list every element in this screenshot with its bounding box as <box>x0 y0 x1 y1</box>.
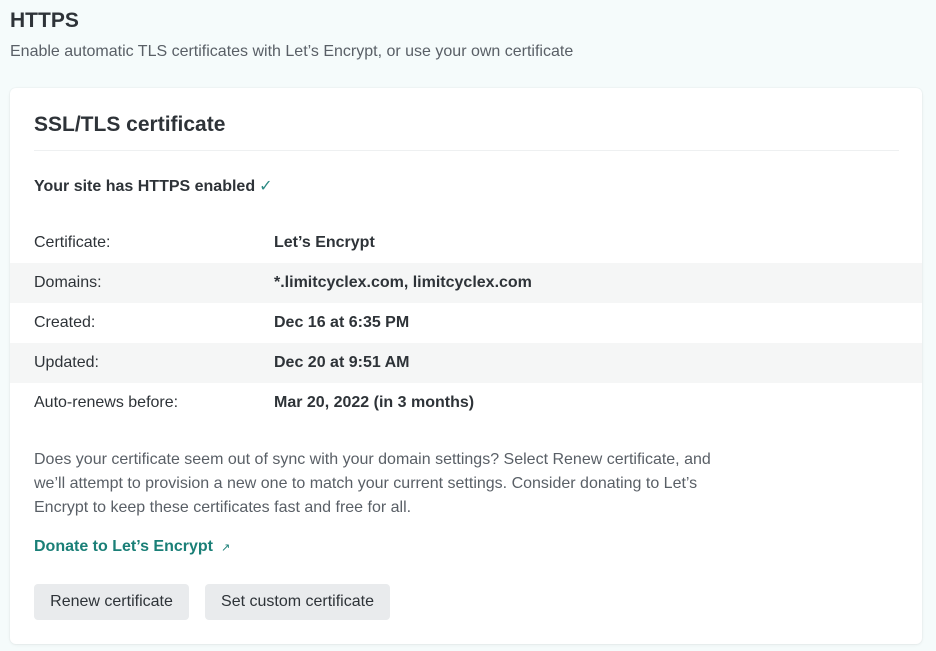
row-value: Dec 20 at 9:51 AM <box>274 354 410 371</box>
info-row-created: Created: Dec 16 at 6:35 PM <box>10 303 922 343</box>
row-value: Dec 16 at 6:35 PM <box>274 314 410 331</box>
section-header: HTTPS Enable automatic TLS certificates … <box>0 0 936 62</box>
row-value: *.limitcyclex.com, limitcyclex.com <box>274 274 532 291</box>
donate-link[interactable]: Donate to Let’s Encrypt ↗ <box>34 537 230 558</box>
page-subtitle: Enable automatic TLS certificates with L… <box>10 43 574 60</box>
row-value: Mar 20, 2022 (in 3 months) <box>274 394 475 411</box>
row-label: Created: <box>34 314 96 331</box>
renew-certificate-button[interactable]: Renew certificate <box>34 584 189 620</box>
row-label: Certificate: <box>34 234 111 251</box>
row-label: Updated: <box>34 354 99 371</box>
row-label: Auto-renews before: <box>34 394 179 411</box>
status-text: Your site has HTTPS enabled <box>34 178 256 195</box>
ssl-certificate-card: SSL/TLS certificate Your site has HTTPS … <box>10 88 922 644</box>
info-row-certificate: Certificate: Let’s Encrypt <box>10 223 922 263</box>
https-status: Your site has HTTPS enabled ✓ <box>34 177 273 197</box>
set-custom-certificate-button[interactable]: Set custom certificate <box>205 584 390 620</box>
external-link-icon: ↗ <box>220 542 231 554</box>
info-row-auto-renews: Auto-renews before: Mar 20, 2022 (in 3 m… <box>10 383 922 423</box>
certificate-info-table: Certificate: Let’s Encrypt Domains: *.li… <box>10 223 922 423</box>
page-title: HTTPS <box>10 9 79 32</box>
help-text: Does your certificate seem out of sync w… <box>34 451 711 516</box>
checkmark-icon: ✓ <box>259 178 273 195</box>
row-label: Domains: <box>34 274 102 291</box>
donate-link-label: Donate to Let’s Encrypt <box>34 538 213 555</box>
card-title: SSL/TLS certificate <box>34 112 899 151</box>
row-value: Let’s Encrypt <box>274 234 375 251</box>
info-row-domains: Domains: *.limitcyclex.com, limitcyclex.… <box>10 263 922 303</box>
info-row-updated: Updated: Dec 20 at 9:51 AM <box>10 343 922 383</box>
